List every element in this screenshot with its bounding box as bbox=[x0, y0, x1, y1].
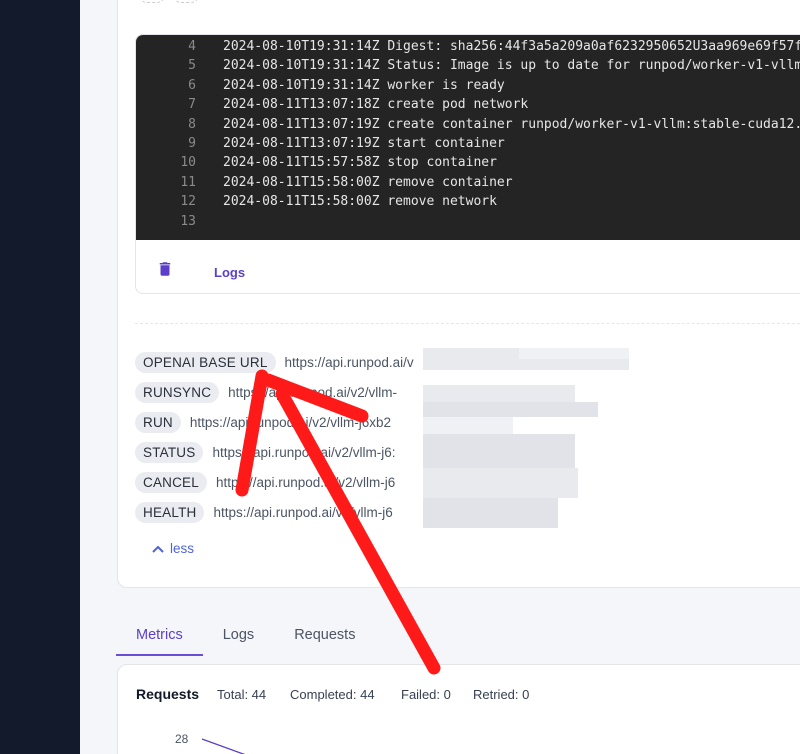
small-action-button[interactable] bbox=[173, 0, 199, 3]
endpoint-url[interactable]: https://api.runpod.ai/v2/vllm-j6: bbox=[212, 445, 395, 460]
endpoint-row: CANCEL https://api.runpod.ai/v2/vllm-j6 bbox=[135, 470, 395, 494]
log-line-number: 6 bbox=[188, 77, 196, 93]
redaction-blur bbox=[423, 402, 598, 417]
log-line-text: 2024-08-10T19:31:14Z Digest: sha256:44f3… bbox=[223, 39, 800, 54]
redaction-blur bbox=[423, 498, 558, 528]
less-label: less bbox=[170, 541, 195, 556]
log-line-number: 12 bbox=[180, 194, 196, 210]
log-line-text: 2024-08-11T13:07:19Z start container bbox=[223, 135, 505, 151]
log-line-text: 2024-08-11T15:57:58Z stop container bbox=[223, 155, 497, 171]
endpoint-label-badge: CANCEL bbox=[135, 471, 207, 493]
endpoint-label-badge: RUN bbox=[135, 411, 181, 433]
endpoint-row: HEALTH https://api.runpod.ai/v2/vllm-j6 bbox=[135, 500, 393, 524]
redaction-blur bbox=[519, 348, 629, 359]
log-line: 7 2024-08-11T13:07:18Z create pod network bbox=[136, 95, 800, 114]
requests-total: Total: 44 bbox=[217, 687, 267, 702]
tab-requests[interactable]: Requests bbox=[274, 620, 375, 656]
log-line-text: 2024-08-11T15:58:00Z remove network bbox=[223, 194, 497, 210]
endpoint-row: RUN https://api.runpod.ai/v2/vllm-j6xb2 bbox=[135, 410, 391, 434]
main-content: 4 2024-08-10T19:31:14Z Digest: sha256:44f… bbox=[80, 0, 800, 754]
trash-icon[interactable] bbox=[156, 259, 174, 279]
endpoint-url[interactable]: https://api.runpod.ai/v bbox=[285, 355, 414, 370]
log-line-number: 4 bbox=[188, 39, 196, 54]
redaction-blur bbox=[423, 385, 575, 402]
log-line-number: 7 bbox=[188, 97, 196, 113]
requests-retried: Retried: 0 bbox=[473, 687, 530, 702]
tab-logs[interactable]: Logs bbox=[203, 620, 274, 656]
log-line-number: 11 bbox=[180, 174, 196, 190]
endpoint-label-badge: OPENAI BASE URL bbox=[135, 351, 276, 373]
log-line: 9 2024-08-11T13:07:19Z start container bbox=[136, 134, 800, 153]
container-log-panel: 4 2024-08-10T19:31:14Z Digest: sha256:44f… bbox=[135, 34, 800, 294]
log-line: 11 2024-08-11T15:58:00Z remove container bbox=[136, 173, 800, 192]
log-line: 4 2024-08-10T19:31:14Z Digest: sha256:44f… bbox=[136, 37, 800, 56]
log-line-number: 9 bbox=[188, 135, 196, 151]
show-less-link[interactable]: less bbox=[152, 541, 194, 556]
requests-completed: Completed: 44 bbox=[290, 687, 375, 702]
log-line: 8 2024-08-11T13:07:19Z create container r… bbox=[136, 115, 800, 134]
log-line-number: 10 bbox=[180, 155, 196, 171]
logs-link[interactable]: Logs bbox=[214, 265, 245, 280]
log-line-text: 2024-08-11T15:58:00Z remove container bbox=[223, 174, 513, 190]
log-line: 6 2024-08-10T19:31:14Z worker is ready bbox=[136, 76, 800, 95]
log-line-text: 2024-08-10T19:31:14Z Status: Image is up… bbox=[223, 58, 800, 74]
log-terminal[interactable]: 4 2024-08-10T19:31:14Z Digest: sha256:44f… bbox=[136, 35, 800, 240]
requests-metrics-card: Requests Total: 44 Completed: 44 Failed:… bbox=[117, 664, 800, 754]
redaction-blur bbox=[423, 417, 513, 434]
log-line-text: 2024-08-11T13:07:19Z create container ru… bbox=[223, 116, 800, 132]
redaction-blur bbox=[423, 468, 578, 498]
endpoint-label-badge: STATUS bbox=[135, 441, 204, 463]
log-footer: Logs bbox=[136, 240, 800, 293]
small-action-button[interactable] bbox=[139, 0, 165, 3]
log-line-text: 2024-08-11T13:07:18Z create pod network bbox=[223, 97, 529, 113]
log-line-number: 5 bbox=[188, 58, 196, 74]
left-sidebar bbox=[0, 0, 80, 754]
tab-metrics[interactable]: Metrics bbox=[116, 620, 203, 656]
endpoint-url[interactable]: https://api.runpod.ai/v2/vllm-j6 bbox=[213, 505, 392, 520]
log-line: 10 2024-08-11T15:57:58Z stop container bbox=[136, 153, 800, 172]
log-line: 13 bbox=[136, 212, 800, 231]
section-divider bbox=[135, 323, 800, 324]
redaction-blur bbox=[423, 434, 575, 468]
endpoint-label-badge: HEALTH bbox=[135, 501, 205, 523]
y-axis-tick: 28 bbox=[175, 732, 189, 746]
log-line-text: 2024-08-10T19:31:14Z worker is ready bbox=[223, 77, 505, 93]
requests-line-series bbox=[201, 738, 246, 754]
chevron-up-icon bbox=[152, 545, 164, 553]
log-lines: 4 2024-08-10T19:31:14Z Digest: sha256:44f… bbox=[136, 37, 800, 231]
log-line-number: 8 bbox=[188, 116, 196, 132]
log-line: 12 2024-08-11T15:58:00Z remove network bbox=[136, 192, 800, 211]
metrics-tabs: Metrics Logs Requests bbox=[116, 620, 375, 656]
log-line: 5 2024-08-10T19:31:14Z Status: Image is u… bbox=[136, 56, 800, 75]
endpoint-url[interactable]: https://api.runpod.ai/v2/vllm-j6 bbox=[216, 475, 395, 490]
requests-title: Requests bbox=[136, 686, 200, 702]
endpoint-url[interactable]: https://api.runpod.ai/v2/vllm- bbox=[228, 385, 397, 400]
endpoint-row: STATUS https://api.runpod.ai/v2/vllm-j6: bbox=[135, 440, 396, 464]
log-line-number: 13 bbox=[180, 213, 196, 229]
requests-failed: Failed: 0 bbox=[401, 687, 451, 702]
endpoint-url[interactable]: https://api.runpod.ai/v2/vllm-j6xb2 bbox=[190, 415, 391, 430]
endpoint-label-badge: RUNSYNC bbox=[135, 381, 220, 403]
endpoint-row: RUNSYNC https://api.runpod.ai/v2/vllm- bbox=[135, 380, 397, 404]
